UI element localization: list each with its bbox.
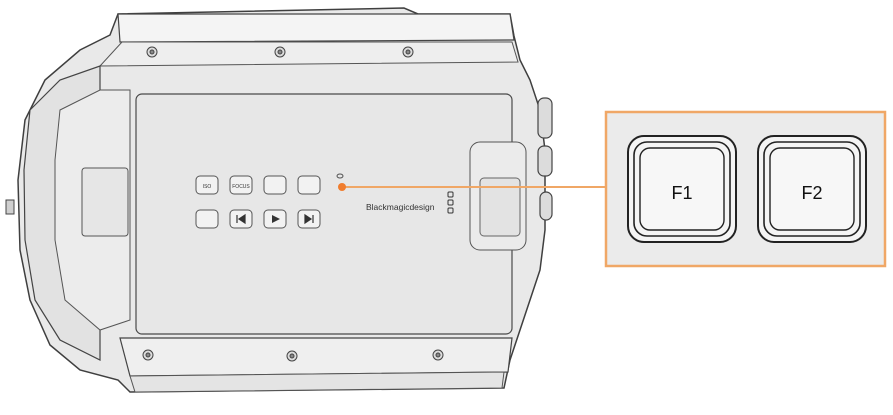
panel-button-iso-label: ISO xyxy=(203,184,212,190)
left-edge-port xyxy=(5,199,15,215)
callout-anchor-dot xyxy=(338,183,346,191)
callout-button-f2[interactable]: F2 xyxy=(757,135,867,243)
panel-button-f2[interactable] xyxy=(297,175,321,195)
panel-button-focus-label: FOCUS xyxy=(232,184,250,190)
left-handle xyxy=(81,167,129,237)
brand-logo: Blackmagicdesign xyxy=(366,202,435,212)
callout-button-f2-label: F2 xyxy=(801,183,822,203)
panel-button-display[interactable] xyxy=(195,209,219,229)
side-knobs xyxy=(537,97,553,221)
bottom-ridge-inner xyxy=(129,371,505,393)
bottom-ridge xyxy=(119,337,513,377)
top-ridge-inner xyxy=(98,41,519,67)
camera-diagram: ISO FOCUS Blackmagicdesign F1 F2 xyxy=(5,7,887,393)
top-ridge xyxy=(117,13,515,43)
callout-button-f1-label: F1 xyxy=(671,183,692,203)
control-panel xyxy=(135,93,513,335)
panel-button-f1[interactable] xyxy=(263,175,287,195)
callout-button-f1[interactable]: F1 xyxy=(627,135,737,243)
